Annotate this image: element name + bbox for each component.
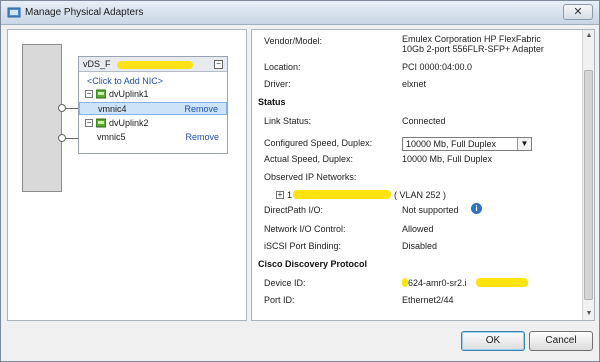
close-button[interactable]: ✕ [563, 4, 593, 20]
scroll-down-icon[interactable]: ▼ [585, 310, 593, 318]
observed-ip-label: Observed IP Networks: [264, 172, 357, 182]
port-id-value: Ethernet2/44 [402, 295, 454, 305]
host-port [58, 104, 66, 112]
uplink-adapter-icon [96, 118, 106, 128]
uplink-row[interactable]: − dvUplink2 [79, 117, 227, 130]
link-status-label: Link Status: [264, 116, 312, 126]
network-io-label: Network I/O Control: [264, 224, 346, 234]
scroll-up-icon[interactable]: ▲ [585, 32, 593, 40]
redaction-mark [117, 61, 193, 69]
network-io-value: Allowed [402, 224, 434, 234]
add-nic-row[interactable]: <Click to Add NIC> [79, 75, 227, 88]
driver-value: elxnet [402, 79, 427, 89]
nic-row-selected[interactable]: vmnic4 Remove [79, 102, 227, 115]
collapse-minus-icon[interactable]: − [214, 60, 223, 69]
adapter-properties-panel: Vendor/Model: Emulex Corporation HP Flex… [251, 29, 595, 321]
title-bar: Manage Physical Adapters ✕ [1, 1, 599, 25]
observed-ip-prefix: 1 [287, 190, 293, 200]
link-status-value: Connected [402, 116, 446, 126]
switch-name: vDS_F [83, 59, 111, 69]
directpath-label: DirectPath I/O: [264, 205, 324, 215]
chevron-down-icon[interactable]: ▼ [517, 138, 531, 150]
nic-label: vmnic5 [97, 132, 126, 142]
nic-row[interactable]: vmnic5 Remove [79, 131, 227, 144]
cdp-section-title: Cisco Discovery Protocol [258, 259, 368, 269]
ok-button[interactable]: OK [461, 331, 525, 351]
cancel-button[interactable]: Cancel [529, 331, 593, 351]
port-id-label: Port ID: [264, 295, 295, 305]
iscsi-value: Disabled [402, 241, 438, 251]
remove-link[interactable]: Remove [184, 104, 218, 114]
manage-physical-adapters-dialog: Manage Physical Adapters ✕ vDS_F − <Clic… [0, 0, 600, 362]
dialog-body: vDS_F − <Click to Add NIC> − dvUplink1 v… [7, 29, 595, 321]
collapse-minus-icon[interactable]: − [85, 119, 93, 127]
redaction-mark [476, 278, 528, 287]
actual-speed-label: Actual Speed, Duplex: [264, 154, 354, 164]
scroll-thumb[interactable] [584, 70, 593, 300]
host-port [58, 134, 66, 142]
host-block [22, 44, 62, 192]
location-value: PCI 0000:04:00.0 [402, 62, 473, 72]
observed-ip-vlan: ( VLAN 252 ) [394, 190, 447, 200]
nic-label: vmnic4 [98, 104, 127, 114]
configured-speed-select[interactable]: 10000 Mb, Full Duplex ▼ [402, 137, 532, 151]
collapse-minus-icon[interactable]: − [85, 90, 93, 98]
driver-label: Driver: [264, 79, 291, 89]
status-section-title: Status [258, 97, 286, 107]
location-label: Location: [264, 62, 301, 72]
vertical-scrollbar[interactable]: ▲ ▼ [582, 30, 594, 320]
redaction-mark [293, 190, 391, 199]
info-icon[interactable]: i [471, 203, 482, 214]
vendor-value-line2: 10Gb 2-port 556FLR-SFP+ Adapter [402, 44, 544, 54]
vendor-value-line1: Emulex Corporation HP FlexFabric [402, 34, 541, 44]
add-nic-link[interactable]: <Click to Add NIC> [87, 76, 163, 86]
vendor-label: Vendor/Model: [264, 36, 323, 46]
actual-speed-value: 10000 Mb, Full Duplex [402, 154, 493, 164]
switch-header: vDS_F − [79, 57, 227, 72]
device-id-label: Device ID: [264, 278, 306, 288]
configured-speed-label: Configured Speed, Duplex: [264, 138, 373, 148]
uplink-row[interactable]: − dvUplink1 [79, 88, 227, 101]
configured-speed-value: 10000 Mb, Full Duplex [406, 139, 497, 149]
expand-plus-icon[interactable]: + [276, 191, 284, 199]
window-title: Manage Physical Adapters [25, 7, 144, 18]
uplink-label: dvUplink2 [109, 118, 149, 128]
distributed-switch-box: vDS_F − <Click to Add NIC> − dvUplink1 v… [78, 56, 228, 154]
iscsi-label: iSCSI Port Binding: [264, 241, 342, 251]
uplink-adapter-icon [96, 89, 106, 99]
device-id-value: 624-amr0-sr2.i [408, 278, 467, 288]
topology-panel: vDS_F − <Click to Add NIC> − dvUplink1 v… [7, 29, 247, 321]
uplink-label: dvUplink1 [109, 89, 149, 99]
remove-link[interactable]: Remove [185, 132, 219, 142]
directpath-value: Not supported [402, 205, 459, 215]
vsphere-network-icon [7, 7, 21, 18]
